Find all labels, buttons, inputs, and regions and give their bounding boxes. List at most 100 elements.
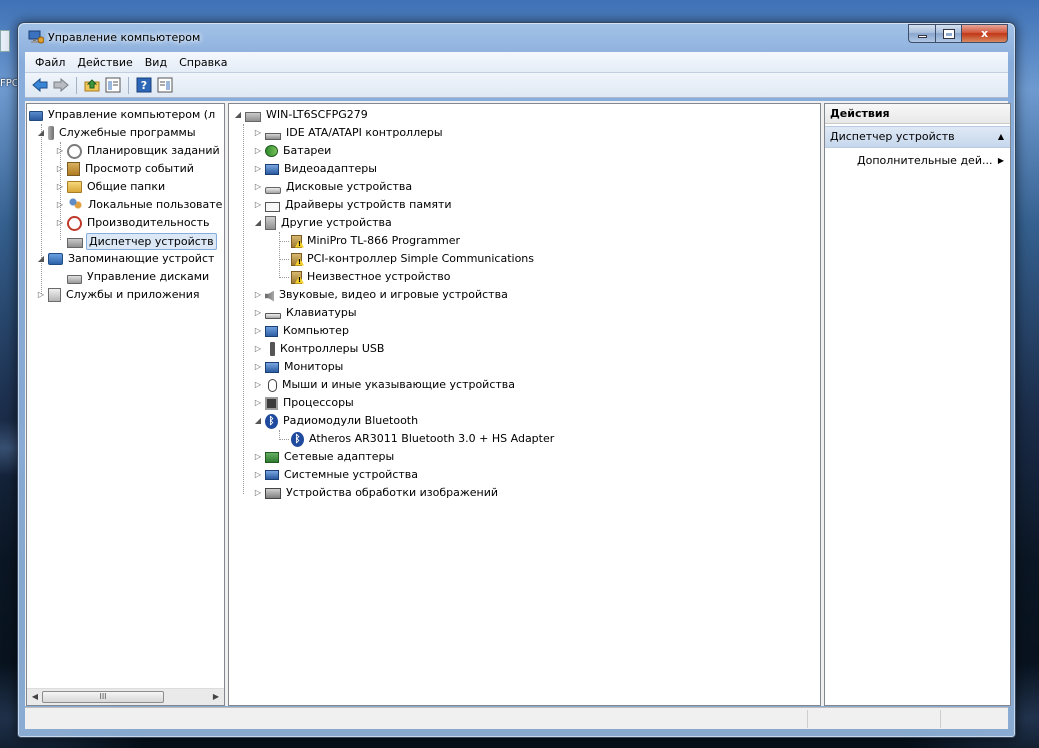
window-controls: x — [908, 24, 1008, 44]
keyboard-icon — [265, 313, 281, 319]
collapse-arrow-icon[interactable]: ◢ — [253, 412, 263, 430]
device-category-monitors[interactable]: ▷ Мониторы — [253, 358, 345, 376]
computer-management-icon — [29, 110, 43, 121]
expand-arrow-icon[interactable]: ▷ — [253, 124, 263, 142]
tree-item-storage[interactable]: ◢ Запоминающие устройст — [36, 250, 216, 268]
title-bar[interactable]: Управление компьютером x — [18, 23, 1015, 51]
expand-arrow-icon[interactable]: ▷ — [253, 340, 263, 358]
scroll-left-arrow-icon[interactable]: ◀ — [29, 692, 41, 701]
up-folder-button[interactable] — [83, 76, 101, 94]
expand-arrow-icon[interactable]: ▷ — [36, 286, 46, 304]
show-hide-console-tree-button[interactable] — [104, 76, 122, 94]
collapse-arrow-icon[interactable]: ◢ — [36, 124, 46, 142]
tree-item-performance[interactable]: ▷ Производительность — [55, 214, 212, 232]
svg-text:?: ? — [141, 79, 147, 92]
device-category-batteries[interactable]: ▷ Батареи — [253, 142, 333, 160]
device-category-display-adapters[interactable]: ▷ Видеоадаптеры — [253, 160, 379, 178]
device-category-other-devices[interactable]: ◢ Другие устройства — [253, 214, 394, 232]
expand-arrow-icon[interactable]: ▷ — [55, 196, 65, 214]
scroll-right-arrow-icon[interactable]: ▶ — [210, 692, 222, 701]
ide-controller-icon — [265, 132, 281, 140]
minimize-button[interactable] — [908, 24, 935, 43]
collapse-arrow-icon[interactable]: ◢ — [36, 250, 46, 268]
collapse-arrow-icon[interactable]: ◢ — [233, 106, 243, 124]
tree-item-computer-management[interactable]: Управление компьютером (л — [29, 106, 217, 124]
status-bar — [25, 707, 1008, 729]
tree-item-event-viewer[interactable]: ▷ Просмотр событий — [55, 160, 196, 178]
device-item-atheros-bluetooth[interactable]: Atheros AR3011 Bluetooth 3.0 + HS Adapte… — [291, 430, 556, 448]
device-item-unknown[interactable]: Неизвестное устройство — [291, 268, 452, 286]
computer-management-app-icon — [28, 30, 45, 44]
device-category-ide[interactable]: ▷ IDE ATA/ATAPI контроллеры — [253, 124, 445, 142]
device-category-imaging-devices[interactable]: ▷ Устройства обработки изображений — [253, 484, 500, 502]
console-tree-pane[interactable]: Управление компьютером (л ◢ Служебные пр… — [26, 103, 225, 706]
tree-item-task-scheduler[interactable]: ▷ Планировщик заданий — [55, 142, 222, 160]
action-more-actions[interactable]: Дополнительные дей... ▶ — [825, 151, 1010, 171]
show-hide-action-pane-button[interactable] — [156, 76, 174, 94]
battery-icon — [265, 145, 278, 157]
expand-arrow-icon[interactable]: ▷ — [253, 394, 263, 412]
tree-item-local-users[interactable]: ▷ Локальные пользовате — [55, 196, 224, 214]
expand-arrow-icon[interactable]: ▷ — [55, 178, 65, 196]
actions-section-device-manager[interactable]: Диспетчер устройств ▲ — [825, 126, 1010, 148]
expand-arrow-icon[interactable]: ▷ — [253, 484, 263, 502]
expand-arrow-icon[interactable]: ▷ — [55, 142, 65, 160]
other-devices-icon — [265, 216, 276, 230]
collapse-section-icon[interactable]: ▲ — [998, 127, 1004, 147]
expand-arrow-icon[interactable]: ▷ — [253, 196, 263, 214]
expand-arrow-icon[interactable]: ▷ — [253, 304, 263, 322]
tree-item-shared-folders[interactable]: ▷ Общие папки — [55, 178, 167, 196]
menu-file[interactable]: Файл — [29, 56, 71, 69]
tree-item-system-tools[interactable]: ◢ Служебные программы — [36, 124, 198, 142]
device-tree-pane[interactable]: ◢ WIN-LT6SCFPG279 ▷ IDE ATA/ATAPI контро… — [228, 103, 821, 706]
device-category-mice[interactable]: ▷ Мыши и иные указывающие устройства — [253, 376, 517, 394]
menu-view[interactable]: Вид — [139, 56, 173, 69]
expand-arrow-icon[interactable]: ▷ — [253, 286, 263, 304]
tree-item-disk-management[interactable]: Управление дисками — [67, 268, 211, 286]
expand-arrow-icon[interactable]: ▷ — [253, 376, 263, 394]
collapse-arrow-icon[interactable]: ◢ — [253, 214, 263, 232]
device-category-system-devices[interactable]: ▷ Системные устройства — [253, 466, 420, 484]
device-tree-root[interactable]: ◢ WIN-LT6SCFPG279 — [233, 106, 370, 124]
device-category-sound[interactable]: ▷ Звуковые, видео и игровые устройства — [253, 286, 510, 304]
unknown-device-warning-icon — [291, 270, 302, 284]
tools-icon — [48, 126, 54, 140]
device-item-minipro[interactable]: MiniPro TL-866 Programmer — [291, 232, 462, 250]
expand-arrow-icon[interactable]: ▷ — [253, 322, 263, 340]
expand-arrow-icon[interactable]: ▷ — [55, 160, 65, 178]
forward-button[interactable] — [52, 76, 70, 94]
network-adapter-icon — [265, 451, 279, 463]
help-button[interactable]: ? — [135, 76, 153, 94]
device-item-pci-controller[interactable]: PCI-контроллер Simple Communications — [291, 250, 536, 268]
device-category-computer[interactable]: ▷ Компьютер — [253, 322, 351, 340]
scrollbar-thumb[interactable]: III — [42, 691, 164, 703]
back-button[interactable] — [31, 76, 49, 94]
up-folder-icon — [84, 79, 100, 92]
expand-arrow-icon[interactable]: ▷ — [55, 214, 65, 232]
device-category-keyboards[interactable]: ▷ Клавиатуры — [253, 304, 359, 322]
menu-help[interactable]: Справка — [173, 56, 233, 69]
horizontal-scrollbar[interactable]: ◀ III ▶ — [27, 688, 224, 705]
storage-icon — [48, 253, 63, 265]
expand-arrow-icon[interactable]: ▷ — [253, 358, 263, 376]
expand-arrow-icon[interactable]: ▷ — [253, 160, 263, 178]
desktop-icon-label[interactable]: FPC — [0, 78, 19, 89]
desktop-file-icon[interactable] — [0, 30, 10, 52]
device-category-disk-drives[interactable]: ▷ Дисковые устройства — [253, 178, 414, 196]
close-button[interactable]: x — [961, 24, 1008, 43]
menu-action[interactable]: Действие — [71, 56, 138, 69]
device-category-bluetooth[interactable]: ◢ Радиомодули Bluetooth — [253, 412, 420, 430]
expand-arrow-icon[interactable]: ▷ — [253, 448, 263, 466]
expand-arrow-icon[interactable]: ▷ — [253, 466, 263, 484]
device-category-usb[interactable]: ▷ Контроллеры USB — [253, 340, 386, 358]
tree-item-device-manager[interactable]: Диспетчер устройств — [67, 232, 217, 250]
tree-item-services-and-applications[interactable]: ▷ Службы и приложения — [36, 286, 201, 304]
maximize-button[interactable] — [935, 24, 961, 43]
device-manager-icon — [67, 238, 83, 248]
device-category-network-adapters[interactable]: ▷ Сетевые адаптеры — [253, 448, 396, 466]
device-category-memory-drivers[interactable]: ▷ Драйверы устройств памяти — [253, 196, 454, 214]
device-category-processors[interactable]: ▷ Процессоры — [253, 394, 356, 412]
performance-icon — [67, 215, 82, 231]
expand-arrow-icon[interactable]: ▷ — [253, 178, 263, 196]
expand-arrow-icon[interactable]: ▷ — [253, 142, 263, 160]
